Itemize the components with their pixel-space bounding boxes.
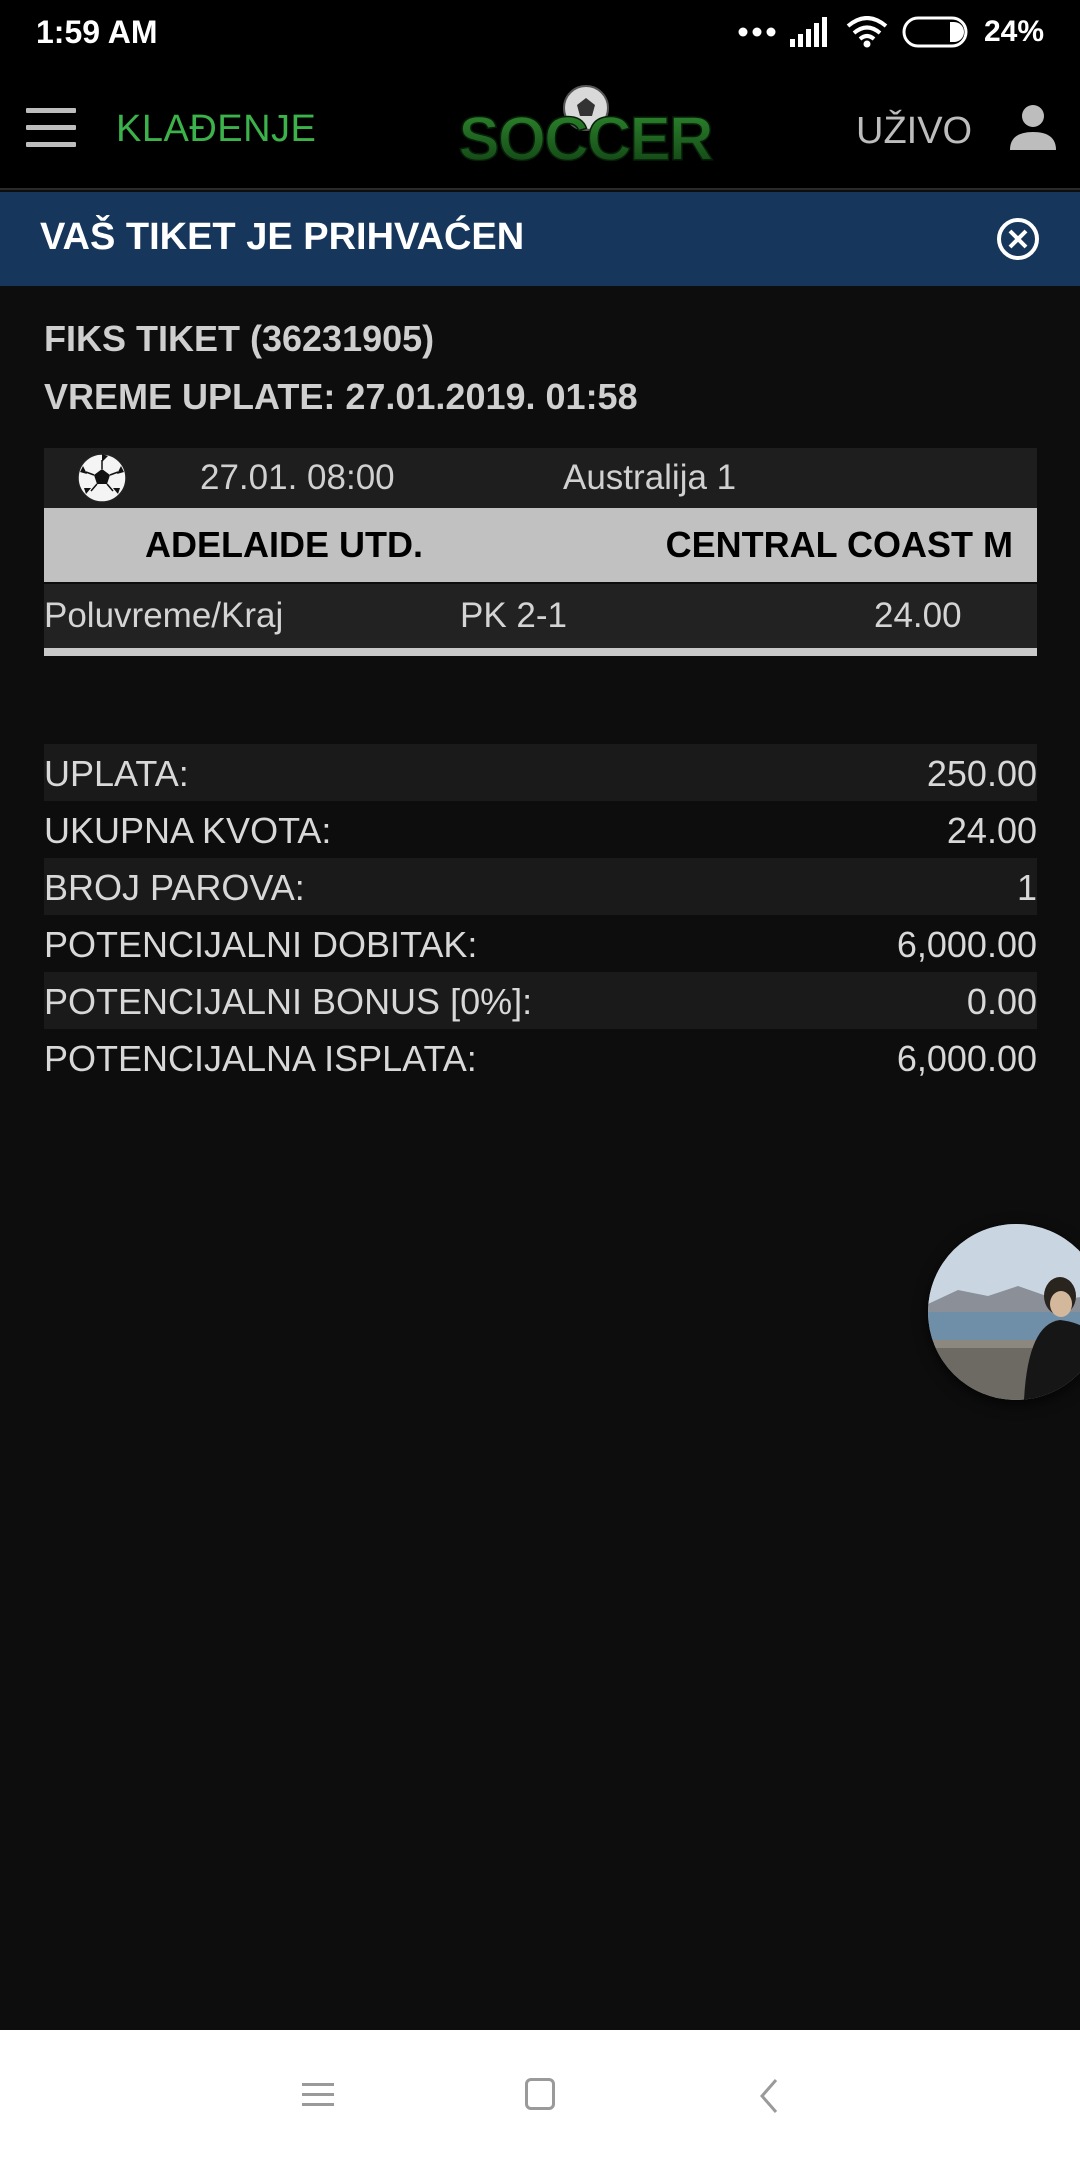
bet-market: Poluvreme/Kraj [44, 596, 284, 635]
summary-row-bonus: POTENCIJALNI BONUS [0%]: 0.00 [44, 972, 1037, 1029]
system-navigation-bar [0, 2030, 1080, 2160]
ticket-id: FIKS TIKET (36231905) [44, 318, 435, 359]
avatar-photo [928, 1224, 1080, 1400]
summary-row-pairs: BROJ PAROVA: 1 [44, 858, 1037, 915]
nav-live-link[interactable]: UŽIVO [856, 110, 972, 153]
status-icons: 24% [738, 12, 1044, 52]
signal-icon [789, 17, 827, 47]
soccer-logo[interactable]: SOCCER [440, 74, 730, 184]
banner-title: VAŠ TIKET JE PRIHVAĆEN [40, 216, 525, 258]
app-bar: KLAĐENJE SOCCER UŽIVO [0, 66, 1080, 190]
match-header: 27.01. 08:00 Australija 1 [44, 448, 1037, 508]
battery-icon [902, 16, 968, 48]
summary-row-total-odds: UKUPNA KVOTA: 24.00 [44, 801, 1037, 858]
summary-value: 6,000.00 [896, 924, 1037, 965]
summary-label: UPLATA: [44, 753, 189, 794]
ticket-summary: UPLATA: 250.00 UKUPNA KVOTA: 24.00 BROJ … [44, 744, 1037, 1086]
match-league: Australija 1 [563, 458, 737, 497]
dots-icon [738, 27, 776, 37]
summary-row-potential-win: POTENCIJALNI DOBITAK: 6,000.00 [44, 915, 1037, 972]
divider [44, 648, 1037, 656]
bet-selection-row: Poluvreme/Kraj PK 2-1 24.00 [44, 584, 1037, 648]
ticket-payment-time: VREME UPLATE: 27.01.2019. 01:58 [44, 376, 638, 417]
battery-percent: 24% [983, 15, 1044, 48]
summary-label: BROJ PAROVA: [44, 867, 305, 908]
back-icon[interactable] [754, 2076, 784, 2116]
soccer-ball-icon [77, 453, 127, 503]
wifi-icon [846, 16, 888, 48]
match-date: 27.01. 08:00 [200, 458, 395, 497]
status-time: 1:59 AM [36, 14, 158, 50]
summary-value: 1 [1016, 867, 1037, 908]
bet-pick: PK 2-1 [460, 596, 567, 635]
home-team: ADELAIDE UTD. [145, 524, 423, 565]
summary-value: 250.00 [926, 753, 1037, 794]
summary-label: POTENCIJALNI DOBITAK: [44, 924, 478, 965]
bet-odd: 24.00 [874, 596, 962, 635]
summary-value: 6,000.00 [896, 1038, 1037, 1079]
summary-value: 24.00 [946, 810, 1037, 851]
summary-label: POTENCIJALNI BONUS [0%]: [44, 981, 533, 1022]
status-bar: 1:59 AM 24% [0, 0, 1080, 66]
match-teams: ADELAIDE UTD. CENTRAL COAST M [44, 508, 1037, 582]
logo-text: SOCCER [458, 105, 712, 174]
menu-icon[interactable] [26, 108, 76, 148]
summary-row-stake: UPLATA: 250.00 [44, 744, 1037, 801]
floating-chat-avatar[interactable] [928, 1224, 1080, 1400]
close-icon[interactable] [995, 216, 1041, 262]
ticket-accepted-banner: VAŠ TIKET JE PRIHVAĆEN [0, 192, 1080, 286]
recents-icon[interactable] [302, 2080, 334, 2110]
summary-label: UKUPNA KVOTA: [44, 810, 332, 851]
nav-betting-link[interactable]: KLAĐENJE [116, 108, 316, 151]
user-icon[interactable] [1008, 102, 1058, 152]
summary-value: 0.00 [966, 981, 1037, 1022]
home-icon[interactable] [525, 2078, 555, 2110]
away-team: CENTRAL COAST M [665, 524, 1013, 565]
summary-row-payout: POTENCIJALNA ISPLATA: 6,000.00 [44, 1029, 1037, 1086]
summary-label: POTENCIJALNA ISPLATA: [44, 1038, 477, 1079]
